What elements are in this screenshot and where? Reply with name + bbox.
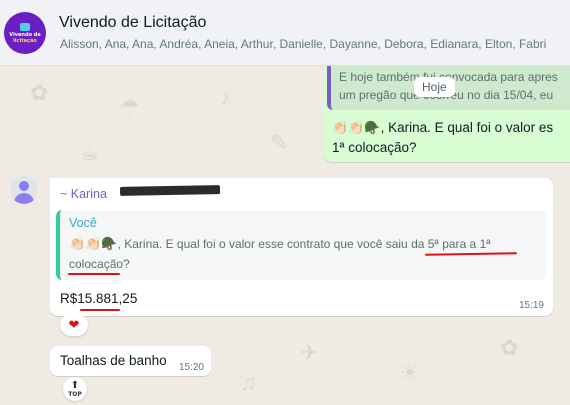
wallpaper-doodle: ♪ [220,85,231,110]
wallpaper-doodle: ✈ [300,340,319,365]
message-time: 15:19 [518,300,544,311]
wallpaper-doodle: ✿ [30,80,49,105]
quoted-author: Você [69,216,97,230]
quoted-text-part2: 1ª [476,237,491,251]
quoted-emojis: 👏🏻👏🏻🪖 [69,236,118,251]
sender-name[interactable]: ~ Karina [60,187,107,201]
wallpaper-doodle: ♫ [240,370,257,395]
top-label: TOP [68,390,82,398]
up-arrow-icon: ⬆ [70,379,80,391]
annotation-underline [80,309,120,311]
group-members[interactable]: Alisson, Ana, Ana, Andréa, Aneia, Arthur… [60,37,570,51]
heart-icon: ❤ [68,317,80,332]
wallpaper-doodle: ✎ [270,130,289,155]
message-time: 15:20 [178,362,204,373]
quoted-text-underlined: saiu da 5ª para a [385,237,477,251]
date-divider: Hoje [414,77,455,97]
heart-reaction[interactable]: ❤ [60,314,88,336]
default-user-icon [19,181,29,191]
quoted-text-underlined-2: colocação [69,257,124,271]
logo-icon [20,22,30,31]
message-text: 👏🏻👏🏻🪖, Karina. E qual foi o valor es 1ª … [332,118,570,158]
wallpaper-doodle: ☕ [80,140,100,165]
redaction-mark [119,185,221,196]
avatar-logo-line2: licitação [13,37,37,44]
wallpaper-doodle: ☂ [120,95,140,120]
currency-prefix: R$ [60,291,78,306]
incoming-message[interactable]: ~ Karina Você 👏🏻👏🏻🪖, Karina. E qual foi … [50,178,553,316]
annotation-underline [68,273,120,275]
top-reaction[interactable]: ⬆ TOP [63,377,87,401]
message-text-line-2: 1ª colocação? [332,140,417,155]
wallpaper-doodle: ☀ [400,360,420,385]
message-text-line-1: , Karina. E qual foi o valor es [380,120,554,135]
quoted-text-end: ? [123,257,130,271]
chat-header[interactable]: Vivendo de licitação Vivendo de Licitaçã… [0,0,570,66]
incoming-message[interactable]: Toalhas de banho 15:20 [50,346,211,376]
message-emojis: 👏🏻👏🏻🪖 [332,120,381,135]
message-text: Toalhas de banho [60,353,167,368]
message-value: R$15.881,25 [60,291,137,306]
default-user-icon-body [14,193,34,204]
quoted-message[interactable]: Você 👏🏻👏🏻🪖, Karina. E qual foi o valor e… [56,210,546,280]
value-amount: 15.881,25 [77,291,138,306]
group-name[interactable]: Vivendo de Licitação [59,14,206,32]
sender-avatar[interactable] [10,176,38,204]
wallpaper-doodle: ✿ [500,335,519,360]
quoted-text-part1: , Karina. E qual foi o valor esse contra… [117,237,386,251]
group-avatar[interactable]: Vivendo de licitação [4,12,46,54]
